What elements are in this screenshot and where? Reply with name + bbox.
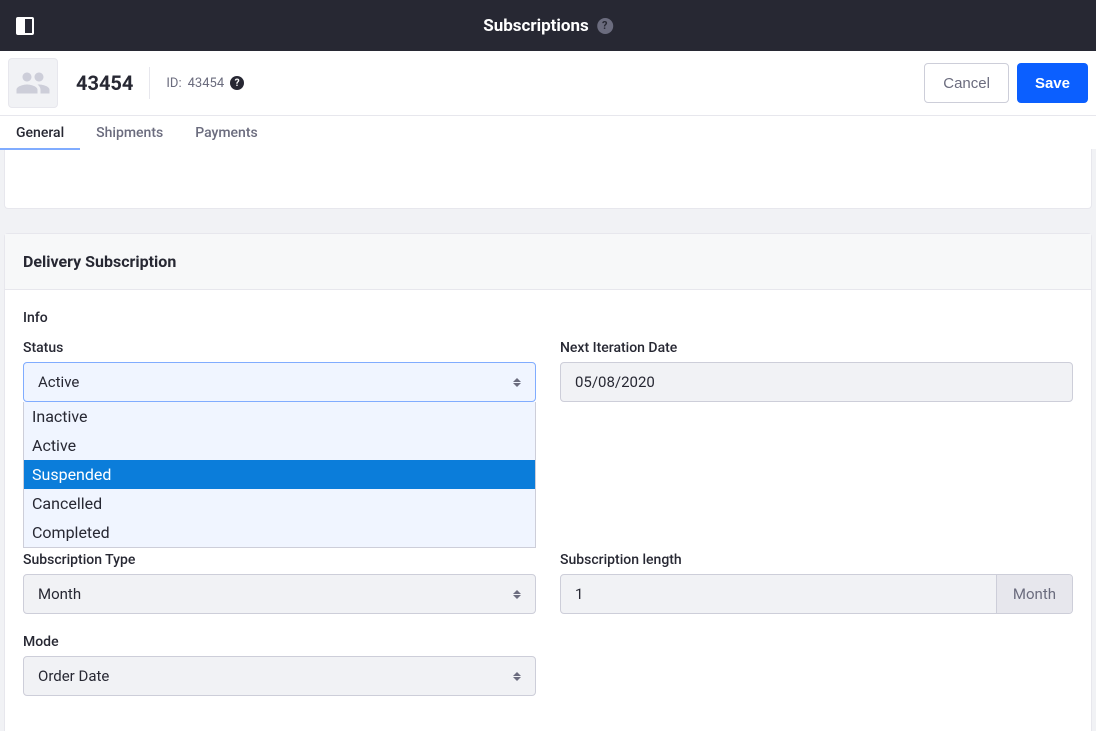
status-select[interactable]: Active — [23, 362, 536, 402]
subscription-length-label: Subscription length — [560, 552, 1073, 568]
tabs: General Shipments Payments — [0, 115, 1096, 149]
subscription-length-input[interactable]: 1 Month — [560, 574, 1073, 614]
subscription-type-label: Subscription Type — [23, 552, 536, 568]
info-heading: Info — [23, 310, 1073, 326]
status-option-cancelled[interactable]: Cancelled — [24, 489, 535, 518]
cancel-button[interactable]: Cancel — [924, 63, 1009, 103]
entity-header: 43454 ID: 43454 ? Cancel Save — [0, 51, 1096, 115]
select-caret-icon — [513, 378, 521, 387]
mode-select[interactable]: Order Date — [23, 656, 536, 696]
status-label: Status — [23, 340, 536, 356]
status-option-suspended[interactable]: Suspended — [24, 460, 535, 489]
panel-title: Delivery Subscription — [5, 234, 1091, 290]
panel-stub — [4, 149, 1092, 209]
user-group-icon — [15, 65, 51, 101]
status-option-active[interactable]: Active — [24, 431, 535, 460]
status-select-value: Active — [38, 373, 79, 391]
mode-label: Mode — [23, 634, 536, 650]
tab-shipments[interactable]: Shipments — [96, 116, 163, 149]
entity-number: 43454 — [76, 71, 133, 95]
divider — [149, 67, 150, 99]
page-title: Subscriptions ? — [483, 16, 613, 36]
avatar — [8, 58, 58, 108]
status-option-completed[interactable]: Completed — [24, 518, 535, 547]
help-icon[interactable]: ? — [597, 18, 613, 34]
subscription-length-unit: Month — [996, 575, 1072, 613]
topbar: Subscriptions ? — [0, 0, 1096, 51]
delivery-subscription-panel: Delivery Subscription Info Status Active… — [4, 233, 1092, 731]
save-button[interactable]: Save — [1017, 63, 1088, 103]
status-dropdown: Inactive Active Suspended Cancelled Comp… — [23, 402, 536, 548]
subscription-type-select[interactable]: Month — [23, 574, 536, 614]
select-caret-icon — [513, 672, 521, 681]
tab-general[interactable]: General — [16, 116, 64, 149]
next-iteration-input[interactable]: 05/08/2020 — [560, 362, 1073, 402]
select-caret-icon — [513, 590, 521, 599]
body-area: Delivery Subscription Info Status Active… — [0, 149, 1096, 731]
tab-payments[interactable]: Payments — [195, 116, 258, 149]
info-icon[interactable]: ? — [230, 76, 244, 90]
next-iteration-label: Next Iteration Date — [560, 340, 1073, 356]
panel-toggle-icon[interactable] — [16, 17, 34, 35]
entity-id: ID: 43454 ? — [166, 76, 244, 91]
status-option-inactive[interactable]: Inactive — [24, 402, 535, 431]
